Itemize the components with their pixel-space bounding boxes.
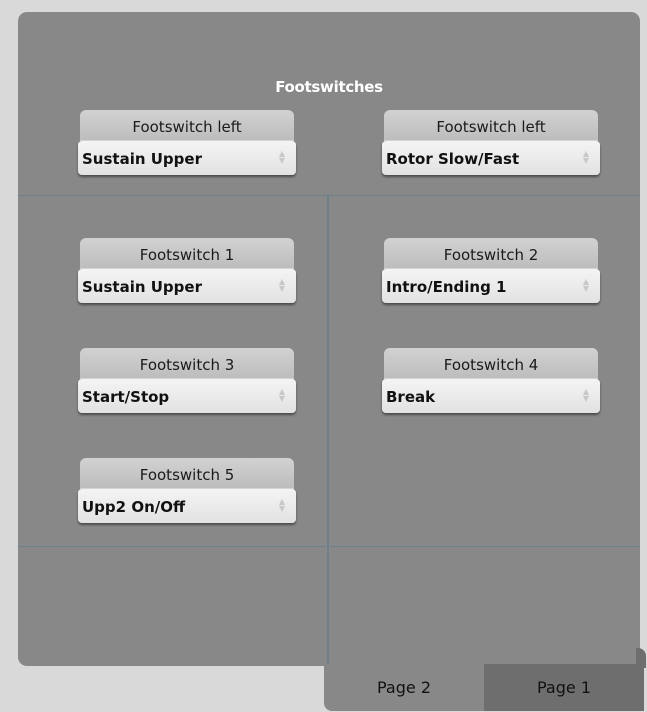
updown-arrows-icon: ▲ ▼ xyxy=(582,387,590,403)
footswitch-1-value: Sustain Upper xyxy=(82,278,202,296)
footswitch-left-b-select[interactable]: Rotor Slow/Fast ▲ ▼ xyxy=(382,141,600,175)
footswitch-4-select[interactable]: Break ▲ ▼ xyxy=(382,379,600,413)
divider-bottom-right xyxy=(330,546,640,547)
divider-top xyxy=(18,195,640,196)
footswitch-3-value: Start/Stop xyxy=(82,388,170,406)
panel-title: Footswitches xyxy=(275,78,383,96)
updown-arrows-icon: ▲ ▼ xyxy=(278,277,286,293)
footswitch-5-label: Footswitch 5 xyxy=(80,458,294,489)
footswitch-left-a-value: Sustain Upper xyxy=(82,150,202,168)
updown-arrows-icon: ▲ ▼ xyxy=(278,149,286,165)
footswitch-5-select[interactable]: Upp2 On/Off ▲ ▼ xyxy=(78,489,296,523)
updown-arrows-icon: ▲ ▼ xyxy=(582,149,590,165)
footswitch-4-label: Footswitch 4 xyxy=(384,348,598,379)
footswitch-1-label: Footswitch 1 xyxy=(80,238,294,269)
footswitch-2-select[interactable]: Intro/Ending 1 ▲ ▼ xyxy=(382,269,600,303)
footswitch-left-a-label: Footswitch left xyxy=(80,110,294,141)
tab-page-2[interactable]: Page 2 xyxy=(324,664,484,711)
footswitch-4-group: Footswitch 4 Break ▲ ▼ xyxy=(382,348,600,413)
footswitch-1-group: Footswitch 1 Sustain Upper ▲ ▼ xyxy=(78,238,296,303)
footswitch-panel: Footswitches Footswitch left Sustain Upp… xyxy=(18,12,640,666)
footswitch-1-select[interactable]: Sustain Upper ▲ ▼ xyxy=(78,269,296,303)
divider-bottom-left xyxy=(18,546,326,547)
footswitch-2-group: Footswitch 2 Intro/Ending 1 ▲ ▼ xyxy=(382,238,600,303)
footswitch-left-b-value: Rotor Slow/Fast xyxy=(386,150,520,168)
footswitch-3-select[interactable]: Start/Stop ▲ ▼ xyxy=(78,379,296,413)
footswitch-left-a-group: Footswitch left Sustain Upper ▲ ▼ xyxy=(78,110,296,175)
updown-arrows-icon: ▲ ▼ xyxy=(278,497,286,513)
page-tabs: Page 2 Page 1 xyxy=(324,664,645,711)
footswitch-5-value: Upp2 On/Off xyxy=(82,498,186,516)
updown-arrows-icon: ▲ ▼ xyxy=(278,387,286,403)
updown-arrows-icon: ▲ ▼ xyxy=(582,277,590,293)
footswitch-2-value: Intro/Ending 1 xyxy=(386,278,507,296)
footswitch-left-b-group: Footswitch left Rotor Slow/Fast ▲ ▼ xyxy=(382,110,600,175)
tab-page-1[interactable]: Page 1 xyxy=(484,664,644,711)
divider-center xyxy=(327,196,329,666)
footswitch-left-a-select[interactable]: Sustain Upper ▲ ▼ xyxy=(78,141,296,175)
footswitch-2-label: Footswitch 2 xyxy=(384,238,598,269)
footswitch-3-group: Footswitch 3 Start/Stop ▲ ▼ xyxy=(78,348,296,413)
footswitch-3-label: Footswitch 3 xyxy=(80,348,294,379)
footswitch-4-value: Break xyxy=(386,388,436,406)
footswitch-5-group: Footswitch 5 Upp2 On/Off ▲ ▼ xyxy=(78,458,296,523)
footswitch-left-b-label: Footswitch left xyxy=(384,110,598,141)
